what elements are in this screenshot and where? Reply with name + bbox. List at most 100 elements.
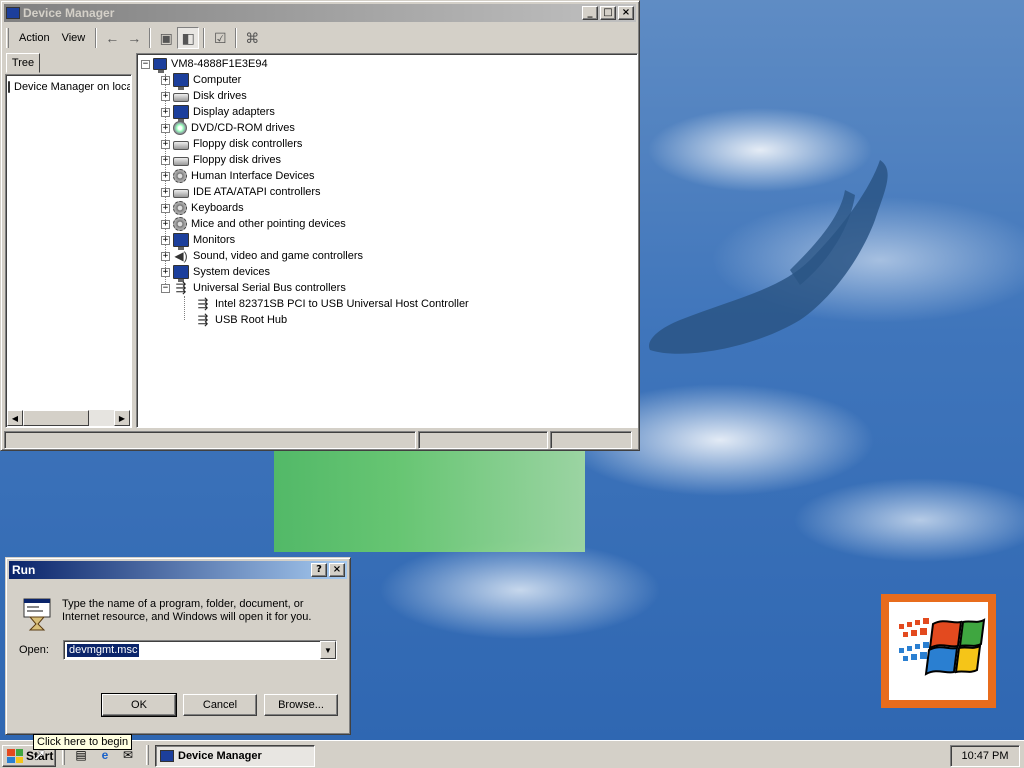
open-combobox[interactable]: devmgmt.msc ▼ [63, 640, 337, 660]
system-icon [173, 265, 189, 282]
monitor-icon [173, 233, 189, 250]
category-label: DVD/CD-ROM drives [191, 122, 295, 134]
expand-icon[interactable]: + [161, 219, 170, 229]
device-manager-titlebar[interactable]: Device Manager _ □ × [4, 4, 636, 22]
run-titlebar[interactable]: Run ? × [9, 561, 347, 579]
usb-icon: ⇶ [197, 312, 209, 327]
category-hid[interactable]: + Human Interface Devices [161, 168, 315, 184]
controller-icon [173, 140, 189, 150]
up-folder-icon[interactable]: ▣ [155, 27, 177, 49]
console-tree-pane: Device Manager on local computer ◀ ▶ [5, 74, 132, 428]
maximize-button[interactable]: □ [600, 6, 616, 20]
computer-icon [160, 750, 174, 762]
category-system[interactable]: + System devices [161, 264, 271, 282]
category-label: System devices [193, 266, 271, 278]
category-label: Monitors [193, 234, 236, 246]
usb-icon: ⇶ [197, 296, 209, 311]
category-label: Display adapters [193, 106, 275, 118]
tree-connector [184, 296, 185, 320]
expand-icon[interactable]: + [161, 267, 170, 277]
scroll-right-icon[interactable]: ▶ [114, 410, 130, 426]
window-title: Device Manager [23, 6, 115, 20]
menu-action[interactable]: Action [13, 32, 56, 44]
expand-icon[interactable]: + [161, 235, 170, 245]
expand-icon[interactable]: + [161, 123, 170, 133]
windows-flag-icon [7, 749, 23, 763]
expand-icon[interactable]: + [161, 107, 170, 117]
computer-icon [6, 7, 20, 19]
scan-hardware-icon[interactable]: ⌘ [241, 27, 263, 49]
run-program-icon [23, 598, 51, 631]
cdrom-icon [173, 121, 187, 135]
expand-icon[interactable]: + [161, 171, 170, 181]
expand-icon[interactable]: + [161, 187, 170, 197]
taskbar-button-device-manager[interactable]: Device Manager [155, 745, 315, 767]
start-tooltip: Click here to begin [33, 734, 133, 750]
open-input[interactable]: devmgmt.msc [65, 643, 141, 658]
close-button[interactable]: × [618, 6, 634, 20]
keyboard-icon [173, 201, 187, 215]
minimize-button[interactable]: _ [582, 6, 598, 20]
category-display-adapters[interactable]: + Display adapters [161, 104, 275, 122]
collapse-icon[interactable]: − [141, 59, 150, 69]
task-label: Device Manager [178, 750, 262, 762]
category-disk-drives[interactable]: + Disk drives [161, 88, 247, 104]
browse-button[interactable]: Browse... [264, 694, 338, 716]
category-keyboards[interactable]: + Keyboards [161, 200, 244, 216]
scroll-left-icon[interactable]: ◀ [7, 410, 23, 426]
category-label: Disk drives [193, 90, 247, 102]
category-label: IDE ATA/ATAPI controllers [193, 186, 321, 198]
category-label: Floppy disk drives [193, 154, 282, 166]
category-mice[interactable]: + Mice and other pointing devices [161, 216, 346, 232]
computer-icon [153, 58, 167, 73]
scroll-thumb[interactable] [23, 410, 89, 426]
expand-icon[interactable]: + [161, 139, 170, 149]
show-hide-tree-icon[interactable]: ◧ [177, 27, 200, 49]
sound-icon: ◀) [174, 249, 188, 263]
menu-view[interactable]: View [56, 32, 92, 44]
expand-icon[interactable]: + [161, 203, 170, 213]
category-sound[interactable]: + ◀) Sound, video and game controllers [161, 248, 363, 264]
toolbar-separator [235, 28, 238, 48]
category-label: Floppy disk controllers [193, 138, 303, 150]
category-monitors[interactable]: + Monitors [161, 232, 236, 250]
category-floppy-controllers[interactable]: + Floppy disk controllers [161, 136, 302, 152]
taskbar: Start ▤ e ✉ Device Manager 10:47 PM [0, 740, 1024, 768]
device-usb-root-hub[interactable]: ⇶ USB Root Hub [195, 312, 288, 328]
device-usb-host-controller[interactable]: ⇶ Intel 82371SB PCI to USB Universal Hos… [195, 296, 469, 312]
tab-tree[interactable]: Tree [6, 53, 40, 73]
ok-button[interactable]: OK [101, 693, 177, 717]
category-dvd-cdrom[interactable]: + DVD/CD-ROM drives [161, 120, 295, 136]
back-arrow-icon[interactable]: ← [101, 27, 123, 49]
expand-icon[interactable]: + [161, 251, 170, 261]
expand-icon[interactable]: + [161, 155, 170, 165]
category-usb[interactable]: − ⇶ Universal Serial Bus controllers [161, 280, 346, 296]
expand-icon[interactable]: + [161, 75, 170, 85]
floppy-icon [173, 156, 189, 166]
disk-drive-icon [173, 92, 189, 102]
close-button[interactable]: × [329, 563, 345, 577]
category-ide[interactable]: + IDE ATA/ATAPI controllers [161, 184, 321, 200]
menu-toolbar: Action View ← → ▣ ◧ ☑ ⌘ [4, 25, 636, 51]
properties-icon[interactable]: ☑ [209, 27, 231, 49]
category-floppy-drives[interactable]: + Floppy disk drives [161, 152, 281, 168]
cancel-button[interactable]: Cancel [183, 694, 257, 716]
horizontal-scrollbar[interactable]: ◀ ▶ [7, 410, 130, 426]
clock[interactable]: 10:47 PM [961, 750, 1008, 762]
dropdown-arrow-icon[interactable]: ▼ [320, 641, 336, 659]
mouse-cursor-icon: ➚ [33, 747, 47, 764]
category-label: Sound, video and game controllers [193, 250, 363, 262]
category-label: Universal Serial Bus controllers [193, 282, 346, 294]
wallpaper-silhouette [649, 160, 888, 354]
expand-icon[interactable]: + [161, 91, 170, 101]
forward-arrow-icon[interactable]: → [123, 27, 145, 49]
help-button[interactable]: ? [311, 563, 327, 577]
run-description: Type the name of a program, folder, docu… [62, 598, 312, 623]
collapse-icon[interactable]: − [161, 283, 170, 293]
taskbar-grip [146, 745, 149, 765]
toolbar-separator [95, 28, 98, 48]
dialog-title: Run [12, 563, 36, 577]
tree-item-device-manager[interactable]: Device Manager on local computer [8, 81, 130, 93]
tree-root[interactable]: − VM8-4888F1E3E94 [141, 56, 268, 73]
category-computer[interactable]: + Computer [161, 72, 241, 90]
